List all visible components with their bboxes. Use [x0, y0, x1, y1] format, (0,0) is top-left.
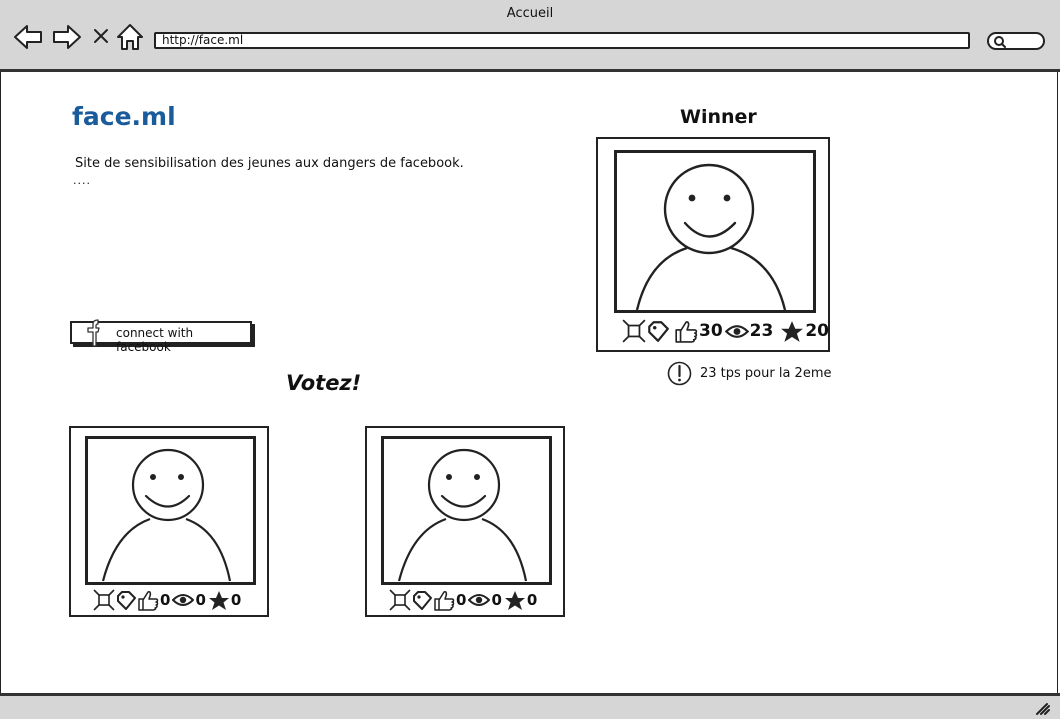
- profile-photo: [381, 436, 552, 585]
- crop-icon[interactable]: [389, 589, 411, 611]
- site-description: Site de sensibilisation des jeunes aux d…: [75, 156, 464, 171]
- winner-stats: 30 23 20: [622, 319, 831, 343]
- alert-icon: [667, 361, 692, 386]
- thumbs-up-icon[interactable]: [674, 319, 698, 343]
- winner-notice-text: 23 tps pour la 2eme: [700, 366, 832, 381]
- star-icon[interactable]: [504, 590, 526, 611]
- like-count: 0: [160, 591, 171, 609]
- forward-button[interactable]: [52, 22, 82, 52]
- card-stats: 0 0 0: [93, 589, 243, 611]
- profile-photo: [85, 436, 256, 585]
- thumbs-up-icon[interactable]: [433, 589, 455, 611]
- star-icon[interactable]: [780, 320, 804, 343]
- view-count: 23: [749, 321, 774, 341]
- home-icon: [117, 24, 143, 50]
- vote-card[interactable]: 0 0 0: [365, 426, 565, 617]
- arrow-right-icon: [53, 25, 81, 49]
- search-icon: [994, 36, 1006, 48]
- back-button[interactable]: [13, 22, 43, 52]
- star-count: 20: [805, 321, 830, 341]
- tag-icon[interactable]: [646, 319, 670, 343]
- eye-icon: [724, 324, 749, 338]
- window-title: Accueil: [506, 6, 554, 21]
- connect-facebook-label: connect with facebook: [116, 326, 194, 354]
- eye-icon: [172, 594, 195, 606]
- view-count: 0: [195, 591, 206, 609]
- home-button[interactable]: [116, 23, 146, 53]
- winner-card[interactable]: 30 23 20: [596, 137, 830, 352]
- thumbs-up-icon[interactable]: [137, 589, 159, 611]
- close-icon: [94, 29, 108, 43]
- votez-heading: Votez!: [286, 371, 362, 395]
- stop-button[interactable]: [92, 27, 110, 45]
- view-count: 0: [491, 591, 502, 609]
- eye-icon: [468, 594, 491, 606]
- arrow-left-icon: [14, 25, 42, 49]
- like-count: 30: [699, 321, 723, 341]
- description-ellipsis: ....: [73, 174, 91, 187]
- person-placeholder-icon: [397, 448, 528, 582]
- winner-heading: Winner: [680, 106, 757, 128]
- vote-card[interactable]: 0 0 0: [69, 426, 269, 617]
- person-placeholder-icon: [101, 448, 232, 582]
- facebook-icon: [87, 319, 100, 347]
- card-stats: 0 0 0: [389, 589, 539, 611]
- person-placeholder-icon: [635, 163, 787, 310]
- connect-facebook-button[interactable]: connect with facebook: [70, 319, 252, 354]
- tag-icon[interactable]: [411, 589, 433, 611]
- resize-grip-icon[interactable]: [1034, 701, 1050, 715]
- like-count: 0: [456, 591, 467, 609]
- winner-photo: [614, 150, 816, 313]
- crop-icon[interactable]: [622, 319, 646, 343]
- star-count: 0: [230, 591, 242, 609]
- star-icon[interactable]: [208, 590, 230, 611]
- site-title: face.ml: [72, 102, 176, 131]
- browser-toolbar: Accueil http://face.ml: [0, 0, 1060, 72]
- search-field[interactable]: [987, 32, 1045, 50]
- star-count: 0: [526, 591, 538, 609]
- address-bar[interactable]: http://face.ml: [154, 32, 970, 49]
- tag-icon[interactable]: [115, 589, 137, 611]
- status-bar: [0, 693, 1060, 719]
- crop-icon[interactable]: [93, 589, 115, 611]
